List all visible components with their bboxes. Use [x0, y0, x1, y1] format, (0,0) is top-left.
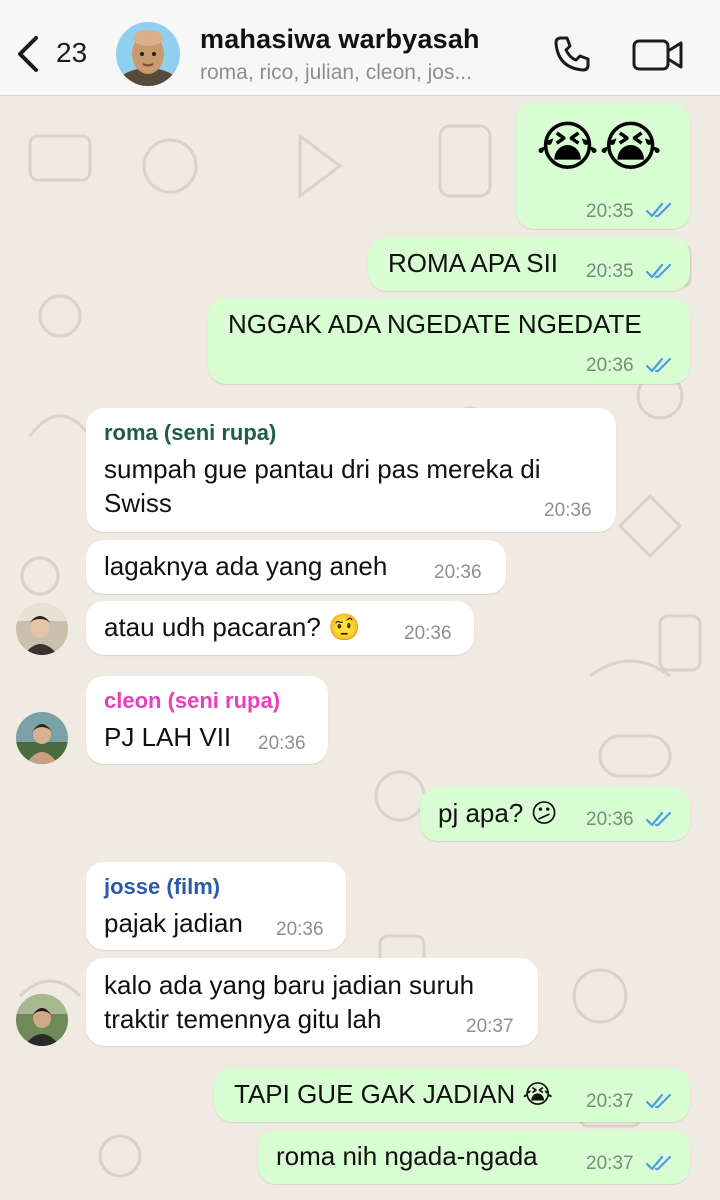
back-chevron-icon[interactable]: [14, 34, 42, 74]
chat-header: 23 mahasiwa warbyasah roma, rico, julian…: [0, 0, 720, 96]
message-outgoing[interactable]: roma nih ngada-ngada 20:37: [258, 1130, 690, 1184]
message-text: NGGAK ADA NGEDATE NGEDATE: [228, 309, 642, 339]
message-time: 20:36: [434, 562, 482, 583]
message-time: 20:37: [586, 1091, 634, 1112]
message-text-line: sumpah gue pantau dri pas mereka di: [104, 454, 541, 484]
sender-name: cleon (seni rupa): [104, 688, 281, 713]
message-time: 20:35: [586, 261, 634, 282]
phone-call-icon[interactable]: [552, 34, 592, 74]
read-ticks-icon: [646, 263, 672, 279]
message-time: 20:36: [404, 623, 452, 644]
message-text: pajak jadian: [104, 908, 243, 938]
video-call-icon[interactable]: [632, 38, 684, 72]
message-incoming[interactable]: lagaknya ada yang aneh 20:36: [86, 540, 506, 594]
message-text-line: traktir temennya gitu lah: [104, 1004, 382, 1034]
message-text: ROMA APA SII: [388, 248, 559, 278]
message-text: TAPI GUE GAK JADIAN 😭: [234, 1079, 553, 1109]
message-time: 20:36: [258, 733, 306, 754]
chat-title[interactable]: mahasiwa warbyasah: [200, 24, 480, 55]
read-ticks-icon: [646, 357, 672, 373]
back-unread-count[interactable]: 23: [56, 37, 87, 69]
sender-avatar[interactable]: [16, 712, 68, 764]
read-ticks-icon: [646, 1155, 672, 1171]
read-ticks-icon: [646, 1093, 672, 1109]
message-outgoing[interactable]: NGGAK ADA NGEDATE NGEDATE 20:36: [208, 298, 690, 384]
sender-avatar[interactable]: [16, 603, 68, 655]
chat-members[interactable]: roma, rico, julian, cleon, jos...: [200, 61, 472, 85]
message-time: 20:35: [586, 201, 634, 222]
message-text-line: kalo ada yang baru jadian suruh: [104, 970, 475, 1000]
message-incoming[interactable]: kalo ada yang baru jadian suruh traktir …: [86, 958, 538, 1046]
message-outgoing[interactable]: ROMA APA SII 20:35: [368, 237, 690, 291]
read-ticks-icon: [646, 202, 672, 218]
message-time: 20:36: [276, 919, 324, 940]
message-time: 20:37: [586, 1153, 634, 1174]
message-time: 20:37: [466, 1016, 514, 1037]
message-text: roma nih ngada-ngada: [276, 1141, 538, 1171]
message-time: 20:36: [586, 809, 634, 830]
message-outgoing[interactable]: 😭😭 20:35: [516, 103, 690, 229]
message-text: PJ LAH VII: [104, 722, 232, 752]
message-time: 20:36: [544, 500, 592, 521]
message-time: 20:36: [586, 355, 634, 376]
sender-name: josse (film): [104, 874, 221, 899]
message-text: pj apa? 😕: [438, 798, 558, 828]
message-emoji: 😭😭: [536, 117, 663, 177]
message-incoming[interactable]: josse (film) pajak jadian 20:36: [86, 862, 346, 950]
sender-name: roma (seni rupa): [104, 420, 277, 445]
message-outgoing[interactable]: pj apa? 😕 20:36: [420, 787, 690, 841]
message-incoming[interactable]: roma (seni rupa) sumpah gue pantau dri p…: [86, 408, 616, 532]
sender-avatar[interactable]: [16, 994, 68, 1046]
message-incoming[interactable]: atau udh pacaran? 🤨 20:36: [86, 601, 474, 655]
group-avatar[interactable]: [116, 22, 180, 86]
read-ticks-icon: [646, 811, 672, 827]
message-text: lagaknya ada yang aneh: [104, 551, 388, 581]
message-text: atau udh pacaran? 🤨: [104, 612, 361, 642]
message-incoming[interactable]: cleon (seni rupa) PJ LAH VII 20:36: [86, 676, 328, 764]
message-text-line: Swiss: [104, 488, 172, 518]
message-outgoing[interactable]: TAPI GUE GAK JADIAN 😭 20:37: [214, 1068, 690, 1122]
